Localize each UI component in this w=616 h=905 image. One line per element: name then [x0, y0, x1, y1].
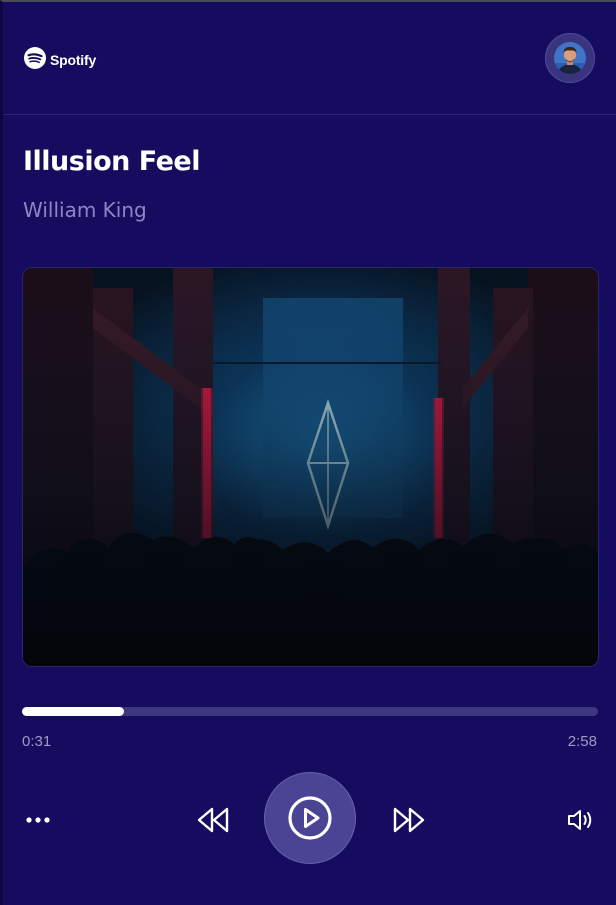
more-options-button[interactable] [23, 805, 53, 835]
volume-button[interactable] [564, 803, 598, 837]
progress-bar[interactable] [22, 707, 598, 716]
spotify-logo[interactable]: Spotify [23, 46, 96, 74]
spotify-icon [23, 46, 47, 74]
album-artwork [22, 267, 599, 667]
user-avatar[interactable] [545, 33, 595, 83]
music-player: Spotify Illusion Feel William King 0:31 … [0, 0, 616, 905]
elapsed-time: 0:31 [22, 733, 52, 750]
logo-text: Spotify [50, 52, 97, 68]
play-button[interactable] [264, 772, 356, 864]
rewind-button[interactable] [191, 798, 235, 842]
rewind-icon [197, 807, 229, 833]
play-icon [288, 796, 332, 840]
volume-icon [568, 810, 592, 830]
fast-forward-button[interactable] [387, 798, 431, 842]
avatar-image [554, 42, 586, 74]
header: Spotify [3, 2, 616, 115]
track-artist: William King [23, 198, 147, 222]
track-title: Illusion Feel [23, 146, 201, 177]
more-options-icon [26, 817, 50, 823]
fast-forward-icon [393, 807, 425, 833]
total-duration: 2:58 [567, 733, 597, 750]
progress-fill [22, 707, 124, 716]
